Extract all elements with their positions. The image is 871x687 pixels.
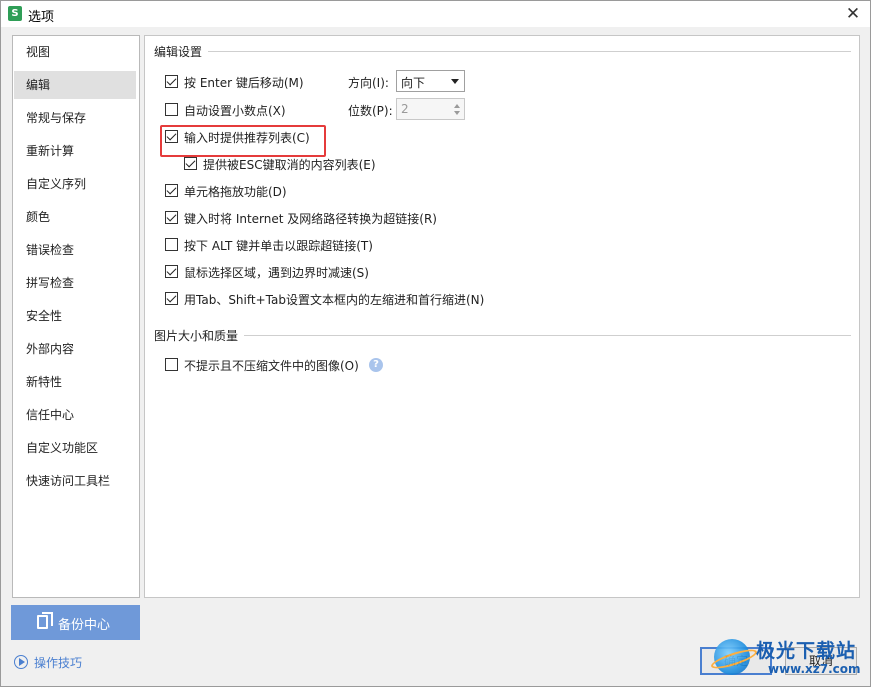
direction-label: 方向(I): bbox=[348, 76, 389, 90]
operation-tips-label: 操作技巧 bbox=[34, 656, 83, 670]
spin-up-icon bbox=[454, 104, 460, 108]
play-circle-icon bbox=[14, 655, 28, 669]
checkbox-tab-indent[interactable] bbox=[165, 292, 178, 305]
option-label: 键入时将 Internet 及网络路径转换为超链接(R) bbox=[184, 212, 437, 226]
dropdown-arrow-icon bbox=[451, 79, 459, 84]
option-label: 不提示且不压缩文件中的图像(O) bbox=[184, 359, 359, 373]
checkbox-mouse-slowdown[interactable] bbox=[165, 265, 178, 278]
image-settings-divider bbox=[244, 335, 851, 336]
backup-center-label: 备份中心 bbox=[58, 618, 111, 633]
checkbox-no-compress-images[interactable] bbox=[165, 358, 178, 371]
option-label: 用Tab、Shift+Tab设置文本框内的左缩进和首行缩进(N) bbox=[184, 293, 485, 307]
ok-button[interactable]: 确定 bbox=[700, 647, 772, 675]
option-label: 按 Enter 键后移动(M) bbox=[184, 76, 304, 90]
sidebar-item-customize-ribbon[interactable]: 自定义功能区 bbox=[14, 434, 136, 462]
checkbox-move-after-enter[interactable] bbox=[165, 75, 178, 88]
option-label: 按下 ALT 键并单击以跟踪超链接(T) bbox=[184, 239, 373, 253]
backup-center-button[interactable]: 备份中心 bbox=[11, 605, 140, 640]
category-sidebar: 视图 编辑 常规与保存 重新计算 自定义序列 颜色 错误检查 拼写检查 安全性 … bbox=[12, 35, 140, 598]
sidebar-item-external-content[interactable]: 外部内容 bbox=[14, 335, 136, 363]
edit-settings-divider bbox=[208, 51, 851, 52]
sidebar-item-new-features[interactable]: 新特性 bbox=[14, 368, 136, 396]
checkbox-drag-drop[interactable] bbox=[165, 184, 178, 197]
option-label: 鼠标选择区域，遇到边界时减速(S) bbox=[184, 266, 369, 280]
title-bar: S 选项 ✕ bbox=[1, 1, 870, 27]
sidebar-item-color[interactable]: 颜色 bbox=[14, 203, 136, 231]
sidebar-item-edit[interactable]: 编辑 bbox=[14, 71, 136, 99]
sidebar-item-custom-lists[interactable]: 自定义序列 bbox=[14, 170, 136, 198]
option-label: 提供被ESC键取消的内容列表(E) bbox=[203, 158, 376, 172]
option-label: 自动设置小数点(X) bbox=[184, 104, 286, 118]
cancel-button[interactable]: 取消 bbox=[785, 647, 857, 675]
sidebar-item-general-save[interactable]: 常规与保存 bbox=[14, 104, 136, 132]
highlight-box bbox=[160, 125, 326, 157]
sidebar-item-recalculate[interactable]: 重新计算 bbox=[14, 137, 136, 165]
sidebar-item-spell-check[interactable]: 拼写检查 bbox=[14, 269, 136, 297]
checkbox-auto-hyperlink[interactable] bbox=[165, 211, 178, 224]
sidebar-item-error-check[interactable]: 错误检查 bbox=[14, 236, 136, 264]
wps-app-icon: S bbox=[8, 6, 22, 21]
sidebar-item-security[interactable]: 安全性 bbox=[14, 302, 136, 330]
dialog-title: 选项 bbox=[28, 10, 55, 25]
options-dialog: S 选项 ✕ 视图 编辑 常规与保存 重新计算 自定义序列 颜色 错误检查 拼写… bbox=[0, 0, 871, 687]
image-settings-heading: 图片大小和质量 bbox=[154, 329, 239, 343]
spin-down-icon bbox=[454, 111, 460, 115]
decimal-places-value: 2 bbox=[401, 102, 409, 116]
option-label: 单元格拖放功能(D) bbox=[184, 185, 287, 199]
direction-value: 向下 bbox=[401, 76, 426, 90]
settings-panel bbox=[144, 35, 860, 598]
decimal-places-label: 位数(P): bbox=[348, 104, 393, 118]
sidebar-item-trust-center[interactable]: 信任中心 bbox=[14, 401, 136, 429]
checkbox-esc-cancel-list[interactable] bbox=[184, 157, 197, 170]
sidebar-item-quick-access-toolbar[interactable]: 快速访问工具栏 bbox=[14, 467, 136, 495]
sidebar-item-view[interactable]: 视图 bbox=[14, 38, 136, 66]
close-button[interactable]: ✕ bbox=[841, 3, 865, 25]
checkbox-auto-decimal[interactable] bbox=[165, 103, 178, 116]
direction-select[interactable]: 向下 bbox=[396, 70, 465, 92]
help-icon[interactable]: ? bbox=[369, 358, 383, 372]
edit-settings-heading: 编辑设置 bbox=[154, 45, 203, 59]
decimal-places-stepper[interactable]: 2 bbox=[396, 98, 465, 120]
checkbox-alt-click-hyperlink[interactable] bbox=[165, 238, 178, 251]
backup-icon bbox=[37, 612, 53, 629]
